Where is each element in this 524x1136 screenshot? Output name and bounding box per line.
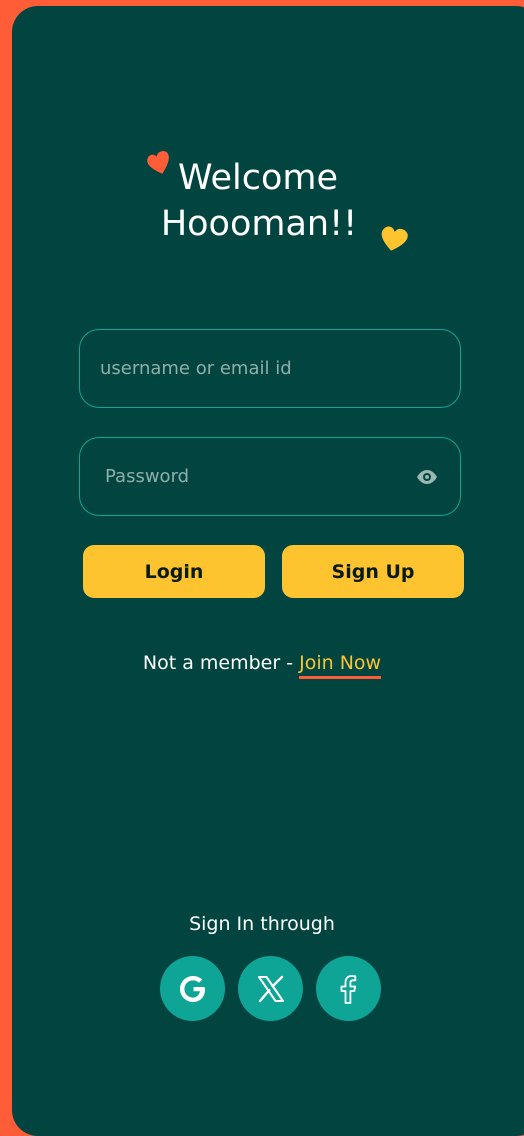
- welcome-title: Welcome: [177, 158, 339, 198]
- google-icon: [179, 975, 205, 1002]
- password-field: [79, 437, 461, 516]
- facebook-icon: [340, 974, 356, 1004]
- sign-in-through-label: Sign In through: [189, 913, 335, 935]
- welcome-subtitle: Hoooman!!: [160, 204, 358, 244]
- password-input[interactable]: [80, 438, 460, 515]
- member-prompt: Not a member - Join Now: [0, 652, 524, 679]
- login-button[interactable]: Login: [83, 545, 265, 598]
- signup-button[interactable]: Sign Up: [282, 545, 464, 598]
- google-signin-button[interactable]: [160, 956, 225, 1021]
- x-icon: [257, 975, 284, 1002]
- facebook-signin-button[interactable]: [316, 956, 381, 1021]
- join-now-link[interactable]: Join Now: [299, 652, 382, 679]
- heart-icon: [381, 226, 408, 251]
- x-signin-button[interactable]: [238, 956, 303, 1021]
- eye-icon[interactable]: [416, 469, 438, 485]
- username-field: [79, 329, 461, 408]
- username-input[interactable]: [80, 330, 460, 407]
- member-prefix: Not a member -: [142, 652, 300, 674]
